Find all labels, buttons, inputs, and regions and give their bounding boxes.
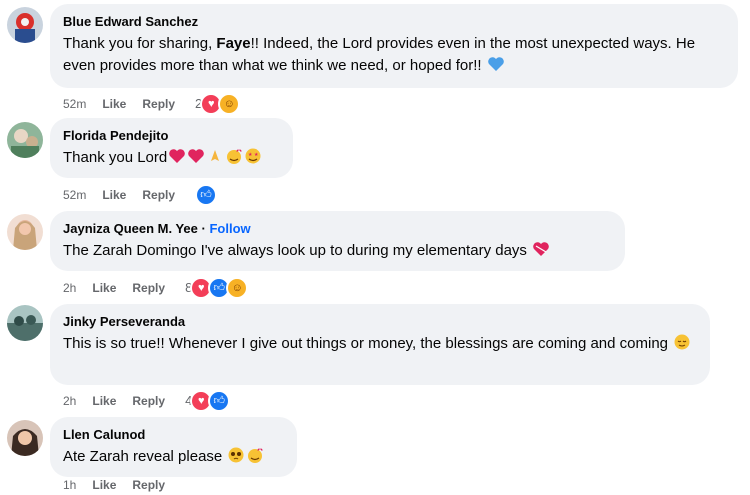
pleading-face-icon (228, 447, 244, 463)
avatar[interactable] (7, 305, 43, 341)
comment-text: Ate Zarah reveal please (63, 446, 284, 468)
avatar[interactable] (7, 122, 43, 158)
smiling-hearts-face-icon (248, 448, 263, 463)
comment-bubble: Jinky Perseveranda This is so true!! Whe… (50, 304, 710, 385)
reaction-summary[interactable]: 👍︎ (195, 184, 218, 206)
comment-bubble: Llen Calunod Ate Zarah reveal please (50, 417, 297, 477)
reaction-summary[interactable]: 8 ♥ 👍︎ ☺ (185, 277, 249, 299)
like-button[interactable]: Like (92, 393, 116, 409)
praying-hands-icon (211, 150, 220, 161)
heart-with-ribbon-icon (533, 242, 549, 256)
reply-button[interactable]: Reply (132, 280, 165, 296)
timestamp[interactable]: 1h (63, 477, 76, 493)
separator: · (201, 221, 206, 236)
timestamp[interactable]: 52m (63, 187, 86, 203)
avatar[interactable] (7, 7, 43, 43)
avatar[interactable] (7, 420, 43, 456)
like-button[interactable]: Like (102, 187, 126, 203)
comment-text-part: Thank you Lord (63, 149, 168, 166)
comment-author-name[interactable]: Jayniza Queen M. Yee (63, 221, 198, 236)
avatar[interactable] (7, 214, 43, 250)
smiling-hearts-face-icon (227, 149, 242, 164)
comment-bubble: Blue Edward Sanchez Thank you for sharin… (50, 4, 738, 88)
comment-actions: 52m Like Reply 2 ♥ ☺ (63, 93, 241, 115)
timestamp[interactable]: 2h (63, 280, 76, 296)
care-reaction-icon: ☺ (226, 277, 249, 299)
care-reaction-icon: ☺ (218, 93, 241, 115)
timestamp[interactable]: 2h (63, 393, 76, 409)
like-button[interactable]: Like (102, 96, 126, 112)
comment-text-part: Ate Zarah reveal please (63, 448, 223, 465)
comment-text: Thank you Lord ★ ★ (63, 147, 280, 169)
like-button[interactable]: Like (92, 280, 116, 296)
reaction-summary[interactable]: 4 ♥ 👍︎ (185, 390, 231, 412)
reply-button[interactable]: Reply (142, 187, 175, 203)
blue-heart-icon (487, 57, 504, 71)
comment-text: The Zarah Domingo I've always look up to… (63, 240, 612, 262)
svg-text:★: ★ (254, 152, 259, 158)
comment-text: Thank you for sharing, Faye!! Indeed, th… (63, 33, 725, 77)
comment-author[interactable]: Blue Edward Sanchez (63, 13, 725, 30)
comment-text-part: Thank you for sharing, (63, 35, 217, 52)
svg-text:★: ★ (248, 152, 253, 158)
like-button[interactable]: Like (92, 477, 116, 493)
reply-button[interactable]: Reply (142, 96, 175, 112)
mention-link[interactable]: Faye (216, 35, 250, 52)
relieved-face-icon (674, 334, 690, 350)
follow-button[interactable]: Follow (209, 221, 250, 236)
like-reaction-icon: 👍︎ (195, 184, 218, 206)
comment-bubble: Jayniza Queen M. Yee · Follow The Zarah … (50, 211, 625, 271)
like-reaction-icon: 👍︎ (208, 390, 231, 412)
red-heart-icon (188, 149, 205, 163)
comment-text: This is so true!! Whenever I give out th… (63, 333, 697, 355)
reply-button[interactable]: Reply (132, 477, 165, 493)
comment-author[interactable]: Jinky Perseveranda (63, 313, 697, 330)
reaction-summary[interactable]: 2 ♥ ☺ (195, 93, 241, 115)
reply-button[interactable]: Reply (132, 393, 165, 409)
star-struck-icon: ★ ★ (245, 148, 261, 164)
comment-author[interactable]: Florida Pendejito (63, 127, 280, 144)
comment-text-part: This is so true!! Whenever I give out th… (63, 335, 669, 352)
comment-bubble: Florida Pendejito Thank you Lord ★ ★ (50, 118, 293, 178)
comment-actions: 2h Like Reply 8 ♥ 👍︎ ☺ (63, 277, 249, 299)
timestamp[interactable]: 52m (63, 96, 86, 112)
red-heart-icon (169, 149, 186, 163)
comment-actions: 2h Like Reply 4 ♥ 👍︎ (63, 390, 231, 412)
comment-author: Jayniza Queen M. Yee · Follow (63, 220, 612, 237)
comment-author[interactable]: Llen Calunod (63, 426, 284, 443)
comment-actions: 1h Like Reply (63, 477, 181, 493)
comment-actions: 52m Like Reply 👍︎ (63, 184, 218, 206)
comment-text-part: The Zarah Domingo I've always look up to… (63, 242, 527, 259)
